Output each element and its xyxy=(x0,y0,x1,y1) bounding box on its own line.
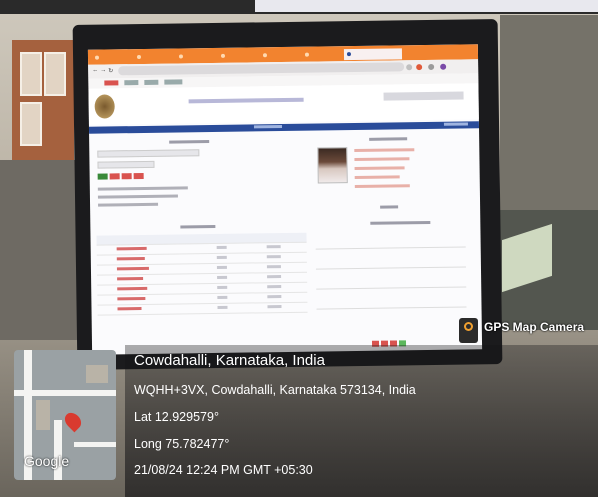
portal-user-blur xyxy=(383,91,464,101)
action-button[interactable] xyxy=(97,173,108,180)
tab-favicon-icon xyxy=(136,54,142,60)
extension-icon[interactable] xyxy=(406,64,413,71)
tab-favicon-icon xyxy=(346,52,352,57)
tab-favicon-icon xyxy=(178,54,184,59)
window-pane xyxy=(44,52,66,96)
action-button[interactable] xyxy=(133,172,144,180)
reload-icon[interactable]: ↻ xyxy=(108,67,113,74)
detail-line xyxy=(98,202,159,207)
row-link[interactable] xyxy=(116,246,147,251)
wall-window xyxy=(12,40,74,170)
left-panel-heading xyxy=(169,140,210,144)
bookmark-item[interactable] xyxy=(164,79,183,85)
row-cell xyxy=(267,275,282,279)
tab-favicon-icon xyxy=(94,55,100,60)
timestamp-text: 21/08/24 12:24 PM GMT +05:30 xyxy=(134,463,313,477)
profile-icon[interactable] xyxy=(440,63,447,70)
map-pin-hole xyxy=(466,324,471,329)
location-address: WQHH+3VX, Cowdahalli, Karnataka 573134, … xyxy=(134,383,416,397)
map-marker-icon xyxy=(61,409,85,433)
row-link[interactable] xyxy=(117,286,148,291)
latitude-text: Lat 12.929579° xyxy=(134,410,219,424)
row-link[interactable] xyxy=(116,266,149,271)
profile-row xyxy=(354,148,415,153)
government-emblem-icon xyxy=(94,94,115,119)
search-field[interactable] xyxy=(97,149,200,158)
profile-row xyxy=(354,175,400,180)
map-road xyxy=(74,442,116,447)
forward-icon[interactable]: → xyxy=(100,67,106,73)
photo-scene: ← → ↻ GPS Map Camera Google Cowdahalli, … xyxy=(0,0,598,497)
detail-line xyxy=(97,194,178,199)
nav-bar-link[interactable] xyxy=(443,122,468,126)
form-row[interactable] xyxy=(316,288,467,310)
longitude-text: Long 75.782477° xyxy=(134,437,230,451)
window-pane xyxy=(20,52,42,96)
row-cell xyxy=(267,285,282,289)
form-row[interactable] xyxy=(315,248,466,270)
map-provider-label: Google xyxy=(24,453,70,469)
form-row[interactable] xyxy=(315,268,467,290)
top-edge xyxy=(0,0,598,14)
back-icon[interactable]: ← xyxy=(92,68,98,74)
row-cell xyxy=(216,255,227,259)
row-cell xyxy=(266,255,281,259)
portal-title-blur xyxy=(188,97,304,104)
row-link[interactable] xyxy=(117,296,146,301)
nav-bar-label xyxy=(253,125,283,129)
bookmark-item[interactable] xyxy=(104,80,119,86)
tab-favicon-icon xyxy=(304,52,310,57)
desk-left xyxy=(0,160,80,340)
map-block xyxy=(86,365,108,383)
gps-app-label: GPS Map Camera xyxy=(484,320,585,334)
profile-row xyxy=(354,166,405,171)
row-cell xyxy=(267,305,282,309)
tab-favicon-icon xyxy=(262,53,268,58)
map-road xyxy=(14,390,116,396)
row-cell xyxy=(266,245,281,249)
form-subheading xyxy=(370,220,431,225)
row-link[interactable] xyxy=(117,276,144,281)
window-pane xyxy=(20,102,42,146)
table-heading xyxy=(180,224,216,229)
bookmark-item[interactable] xyxy=(124,80,139,86)
location-title: Cowdahalli, Karnataka, India xyxy=(134,352,325,369)
row-cell xyxy=(267,295,282,299)
background-monitor xyxy=(500,15,598,215)
browser-tab-active[interactable] xyxy=(343,48,403,61)
top-light xyxy=(255,0,598,12)
extension-icon[interactable] xyxy=(428,63,435,70)
tab-favicon-icon xyxy=(220,53,226,58)
action-button[interactable] xyxy=(109,173,120,180)
profile-row xyxy=(354,184,410,189)
form-heading xyxy=(380,205,399,209)
gps-camera-icon xyxy=(459,318,478,343)
applicant-photo xyxy=(317,147,348,184)
row-cell xyxy=(216,265,227,269)
map-block xyxy=(36,400,50,430)
row-cell xyxy=(217,295,228,299)
bookmark-item[interactable] xyxy=(144,79,159,85)
row-cell xyxy=(217,285,228,289)
detail-line xyxy=(97,186,188,191)
table-row[interactable] xyxy=(97,302,308,316)
portal-header xyxy=(88,83,479,125)
row-cell xyxy=(266,265,281,269)
profile-row xyxy=(354,157,410,162)
select-field[interactable] xyxy=(97,160,155,169)
monitor-screen: ← → ↻ xyxy=(87,44,483,355)
form-row[interactable] xyxy=(315,228,466,250)
row-cell xyxy=(217,275,228,279)
profile-heading xyxy=(369,137,408,141)
row-cell xyxy=(216,245,227,249)
extension-icon[interactable] xyxy=(416,64,423,71)
map-road xyxy=(54,420,62,480)
row-cell xyxy=(217,305,228,309)
url-input[interactable] xyxy=(118,62,405,76)
action-button[interactable] xyxy=(121,173,132,180)
row-link[interactable] xyxy=(116,256,145,261)
row-link[interactable] xyxy=(117,307,142,311)
